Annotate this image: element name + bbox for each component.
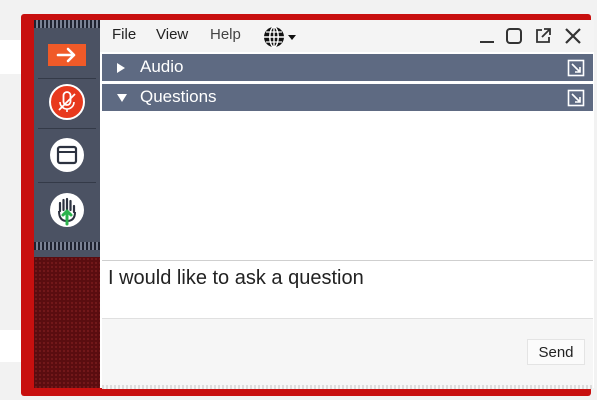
menu-help[interactable]: Help — [210, 26, 241, 43]
sidebar-divider — [38, 128, 96, 129]
send-button[interactable]: Send — [527, 339, 585, 365]
menu-view[interactable]: View — [156, 26, 188, 43]
sidebar-texture — [34, 257, 100, 388]
undock-icon[interactable] — [567, 59, 585, 77]
sidebar-divider — [38, 78, 96, 79]
microphone-muted-icon — [49, 84, 85, 120]
undock-icon[interactable] — [567, 89, 585, 107]
globe-icon — [264, 26, 284, 48]
audio-panel-title: Audio — [140, 57, 184, 76]
resize-edge[interactable] — [102, 385, 593, 389]
send-bar: Send — [102, 318, 593, 389]
control-sidebar — [34, 20, 100, 388]
caret-right-icon — [117, 63, 125, 73]
sidebar-top-grip[interactable] — [34, 20, 100, 28]
main-panel: File View Help Audio Questions I would l… — [100, 20, 594, 389]
arrow-icon — [56, 47, 76, 63]
audio-panel-header[interactable]: Audio — [102, 54, 593, 81]
questions-panel-title: Questions — [140, 87, 217, 106]
menu-bar: File View Help — [100, 20, 594, 52]
questions-log — [102, 112, 593, 260]
close-icon — [565, 28, 581, 44]
minimize-button[interactable] — [476, 24, 498, 48]
close-button[interactable] — [561, 24, 585, 48]
menu-file[interactable]: File — [112, 26, 136, 43]
popout-icon — [536, 28, 551, 43]
maximize-button[interactable] — [503, 24, 525, 48]
sidebar-bottom-grip[interactable] — [34, 242, 100, 250]
sidebar-divider — [38, 182, 96, 183]
chevron-down-icon — [288, 35, 296, 40]
expand-button[interactable] — [48, 44, 86, 66]
questions-panel-header[interactable]: Questions — [102, 84, 593, 111]
raise-hand-icon — [50, 193, 84, 227]
minimize-icon — [480, 41, 494, 43]
question-input-text: I would like to ask a question — [108, 267, 364, 289]
raise-hand-button[interactable] — [47, 190, 87, 230]
window-toggle-button[interactable] — [47, 135, 87, 175]
language-menu-button[interactable] — [262, 25, 306, 49]
question-input[interactable]: I would like to ask a question — [102, 260, 593, 319]
mute-microphone-button[interactable] — [47, 82, 87, 122]
caret-down-icon — [117, 94, 127, 102]
window-icon — [50, 138, 84, 172]
popout-button[interactable] — [532, 24, 554, 48]
square-icon — [506, 28, 522, 44]
